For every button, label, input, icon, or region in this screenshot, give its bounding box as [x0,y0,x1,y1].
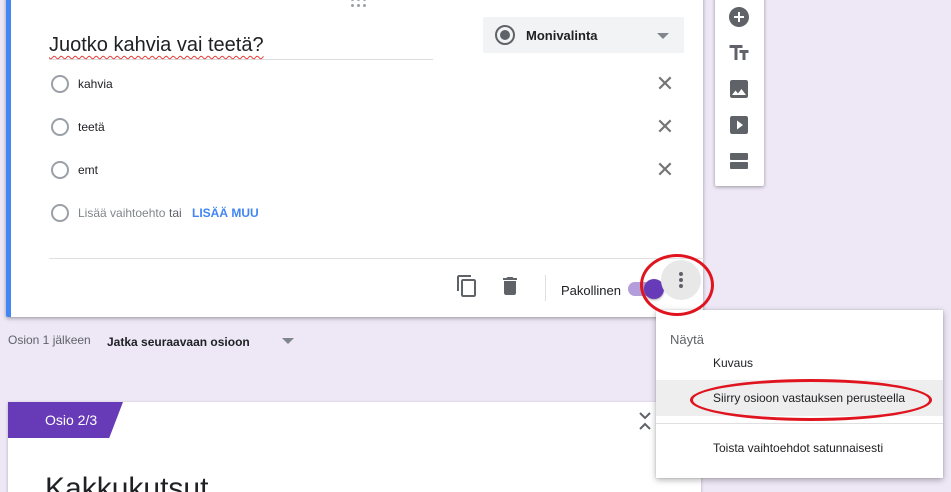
or-label: tai [169,206,182,220]
radio-button-icon [495,25,515,45]
question-card: Juotko kahvia vai teetä? Monivalinta kah… [6,0,706,317]
more-options-menu: Näytä Kuvaus Siirry osioon vastauksen pe… [656,310,943,478]
more-vert-icon[interactable] [661,260,701,300]
side-toolbar [715,0,764,186]
radio-circle-icon [51,75,69,93]
required-label: Pakollinen [561,283,621,298]
menu-item-label: Kuvaus [713,356,754,370]
section-title[interactable]: Kakkukutsut [45,472,208,492]
option-row: kahvia ✕ [51,73,681,97]
radio-circle-icon [51,204,69,222]
option-label-input[interactable]: kahvia [78,77,113,91]
duplicate-icon[interactable] [455,274,479,298]
collapse-icon[interactable] [636,410,654,432]
delete-icon[interactable] [498,274,522,298]
remove-option-icon[interactable]: ✕ [654,73,676,96]
section-card: Osio 2/3 Kakkukutsut [8,402,701,492]
add-option-row: Lisää vaihtoehto tai LISÄÄ MUU [51,202,681,226]
menu-item-label: Toista vaihtoehdot satunnaisesti [713,441,884,455]
dropdown-arrow-icon [282,338,294,344]
radio-circle-icon [51,161,69,179]
add-image-icon[interactable] [727,77,751,101]
after-section-label: Osion 1 jälkeen [8,333,91,347]
remove-option-icon[interactable]: ✕ [654,116,676,139]
menu-item-go-to-section[interactable]: Siirry osioon vastauksen perusteella [656,380,943,416]
required-toggle[interactable] [628,279,664,299]
option-row: teetä ✕ [51,116,681,140]
question-type-select[interactable]: Monivalinta [483,17,684,53]
add-video-icon[interactable] [727,113,751,137]
menu-item-description[interactable]: Kuvaus [656,345,943,381]
add-other-link[interactable]: LISÄÄ MUU [192,206,259,220]
section-tag-label: Osio 2/3 [45,412,98,428]
question-title-input[interactable]: Juotko kahvia vai teetä? [49,34,433,60]
question-type-label: Monivalinta [526,28,598,43]
drag-handle-icon[interactable] [351,0,369,8]
dropdown-arrow-icon [657,33,669,39]
after-section-value: Jatka seuraavaan osioon [107,335,250,349]
after-section-select[interactable]: Jatka seuraavaan osioon [107,333,297,351]
menu-divider [656,423,943,424]
add-title-icon[interactable] [727,41,751,65]
option-label-input[interactable]: teetä [78,120,105,134]
add-section-icon[interactable] [727,149,751,173]
remove-option-icon[interactable]: ✕ [654,159,676,182]
add-question-icon[interactable] [727,5,751,29]
section-tag: Osio 2/3 [8,402,123,438]
option-label-input[interactable]: emt [78,163,98,177]
footer-separator [545,275,546,301]
radio-circle-icon [51,118,69,136]
footer-divider [49,258,706,259]
menu-item-shuffle-options[interactable]: Toista vaihtoehdot satunnaisesti [656,430,943,466]
option-row: emt ✕ [51,159,681,183]
add-option-input[interactable]: Lisää vaihtoehto [78,206,165,220]
menu-item-label: Siirry osioon vastauksen perusteella [713,391,906,405]
after-section-row: Osion 1 jälkeen [8,333,91,347]
